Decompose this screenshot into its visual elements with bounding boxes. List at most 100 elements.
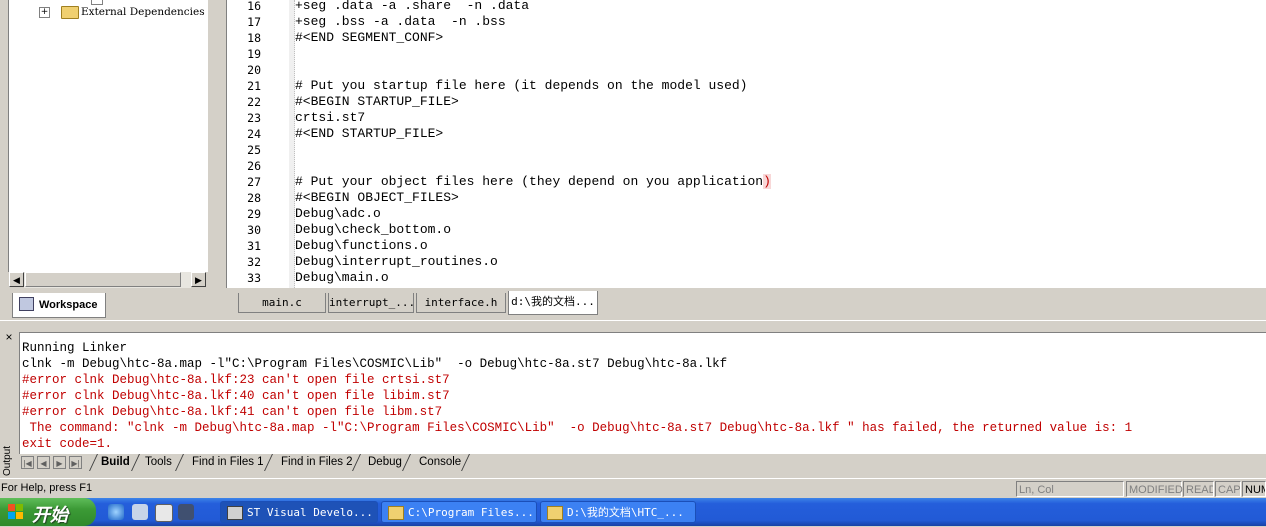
tab-debug[interactable]: Debug (368, 454, 402, 471)
code-line[interactable]: Debug\functions.o (295, 238, 428, 253)
tab-workspace[interactable]: Workspace (12, 293, 106, 318)
line-number: 32 (247, 255, 261, 269)
tab-divider (131, 454, 140, 471)
status-num: NUM (1242, 481, 1266, 497)
workspace-icon (19, 297, 34, 311)
workspace-tree[interactable]: + External Dependencies (8, 0, 208, 272)
output-error-line: #error clnk Debug\htc-8a.lkf:23 can't op… (22, 373, 450, 387)
tab-divider (264, 454, 273, 471)
output-line: clnk -m Debug\htc-8a.map -l"C:\Program F… (22, 357, 728, 371)
editor-tab-bar: main.c interrupt_... interface.h d:\我的文档… (226, 290, 1266, 320)
output-error-line: #error clnk Debug\htc-8a.lkf:40 can't op… (22, 389, 450, 403)
task-program-files-folder[interactable]: C:\Program Files... (381, 501, 537, 523)
code-line[interactable]: #<END STARTUP_FILE> (295, 126, 443, 141)
scroll-thumb[interactable] (25, 272, 181, 287)
tree-item-external-dependencies[interactable]: + External Dependencies (9, 4, 207, 20)
code-line[interactable]: +seg .data -a .share -n .data (295, 0, 529, 13)
line-number: 24 (247, 127, 261, 141)
folder-icon (388, 506, 404, 520)
next-tab-icon[interactable]: ▶ (53, 456, 66, 469)
scroll-right-icon[interactable]: ▶ (191, 272, 206, 287)
start-button[interactable]: 开始 (0, 498, 96, 526)
output-error-line: The command: "clnk -m Debug\htc-8a.map -… (22, 421, 1133, 435)
status-cap: CAP (1215, 481, 1241, 497)
code-line[interactable]: Debug\adc.o (295, 206, 381, 221)
line-number: 33 (247, 271, 261, 285)
line-number: 29 (247, 207, 261, 221)
prev-tab-icon[interactable]: ◀ (37, 456, 50, 469)
workspace-panel: + External Dependencies ◀ ▶ Workspace (0, 0, 213, 320)
windows-logo-icon (8, 504, 24, 520)
tab-divider (175, 454, 184, 471)
code-line[interactable]: Debug\interrupt_routines.o (295, 254, 498, 269)
task-label: D:\我的文档\HTC_... (567, 506, 684, 519)
tab-divider (89, 454, 98, 471)
code-line[interactable]: #<BEGIN OBJECT_FILES> (295, 190, 459, 205)
line-number: 23 (247, 111, 261, 125)
code-editor[interactable]: 16 +seg .data -a .share -n .data 17 +seg .b… (226, 0, 1266, 288)
code-line[interactable]: # Put your object files here (they depen… (295, 174, 771, 189)
line-number: 16 (247, 0, 261, 13)
line-number: 18 (247, 31, 261, 45)
output-error-line: exit code=1. (22, 437, 113, 451)
line-number: 28 (247, 191, 261, 205)
tree-horizontal-scrollbar[interactable]: ◀ ▶ (9, 272, 206, 288)
code-line[interactable]: +seg .bss -a .data -n .bss (295, 14, 506, 29)
output-panel: × Output Running Linker clnk -m Debug\htc… (0, 328, 1266, 476)
internet-explorer-icon[interactable] (108, 504, 124, 520)
code-line[interactable]: #<END SEGMENT_CONF> (295, 30, 443, 45)
tree-item-label: External Dependencies (81, 6, 205, 18)
tab-console[interactable]: Console (419, 454, 461, 471)
task-label: C:\Program Files... (408, 506, 534, 519)
task-label: ST Visual Develo... (247, 506, 373, 519)
line-number: 19 (247, 47, 261, 61)
first-tab-icon[interactable]: |◀ (21, 456, 34, 469)
line-number: 22 (247, 95, 261, 109)
tab-interrupt[interactable]: interrupt_... (328, 293, 415, 313)
tab-tools[interactable]: Tools (145, 454, 172, 471)
output-error-line: #error clnk Debug\htc-8a.lkf:41 can't op… (22, 405, 443, 419)
last-tab-icon[interactable]: ▶| (69, 456, 82, 469)
close-icon[interactable]: × (4, 331, 14, 343)
code-line[interactable]: Debug\main.o (295, 270, 389, 285)
line-number: 25 (247, 143, 261, 157)
tab-main-c[interactable]: main.c (238, 293, 326, 313)
start-label: 开始 (32, 505, 68, 526)
output-text-area[interactable]: Running Linker clnk -m Debug\htc-8a.map -… (19, 332, 1266, 457)
tab-workspace-label: Workspace (39, 299, 98, 311)
tab-build[interactable]: Build (101, 454, 130, 471)
scroll-left-icon[interactable]: ◀ (9, 272, 24, 287)
app-quicklaunch-icon[interactable] (155, 504, 173, 522)
tab-find-in-files-2[interactable]: Find in Files 2 (281, 454, 353, 471)
task-st-visual-develop[interactable]: ST Visual Develo... (220, 501, 378, 523)
line-number: 21 (247, 79, 261, 93)
expand-plus-icon[interactable]: + (39, 7, 50, 18)
matched-paren: ) (763, 174, 771, 189)
output-side-label: Output (2, 445, 13, 476)
folder-icon (61, 6, 79, 19)
taskbar: 开始 ST Visual Develo... C:\Program Files.… (0, 498, 1266, 526)
status-bar: For Help, press F1 Ln, Col MODIFIED READ… (0, 478, 1266, 499)
folder-icon (547, 506, 563, 520)
line-number: 27 (247, 175, 261, 189)
status-read: READ (1183, 481, 1214, 497)
line-number: 26 (247, 159, 261, 173)
tab-divider (402, 454, 411, 471)
tab-divider (352, 454, 361, 471)
media-icon[interactable] (178, 504, 194, 520)
desktop-icon[interactable] (132, 504, 148, 520)
output-tab-bar: |◀ ◀ ▶ ▶| Build Tools Find in Files 1 Fi… (19, 454, 1266, 474)
line-number: 17 (247, 15, 261, 29)
code-line[interactable]: #<BEGIN STARTUP_FILE> (295, 94, 459, 109)
code-line[interactable]: # Put you startup file here (it depends … (295, 78, 747, 93)
code-line[interactable]: crtsi.st7 (295, 110, 365, 125)
output-line: Running Linker (22, 341, 128, 355)
line-number: 30 (247, 223, 261, 237)
line-number: 31 (247, 239, 261, 253)
tab-find-in-files-1[interactable]: Find in Files 1 (192, 454, 264, 471)
task-my-documents-folder[interactable]: D:\我的文档\HTC_... (540, 501, 696, 523)
line-number: 20 (247, 63, 261, 77)
tab-interface-h[interactable]: interface.h (416, 293, 506, 313)
code-line[interactable]: Debug\check_bottom.o (295, 222, 451, 237)
tab-lkf-document[interactable]: d:\我的文档... (508, 291, 598, 315)
